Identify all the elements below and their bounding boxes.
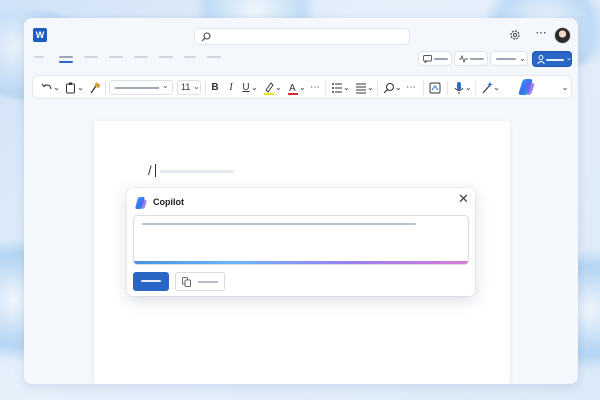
toolbar-divider bbox=[105, 81, 106, 95]
attach-file-icon bbox=[182, 277, 191, 287]
chevron-down-icon[interactable]: ⌄ bbox=[251, 81, 258, 95]
chevron-down-icon: ⌄ bbox=[519, 54, 526, 63]
chevron-down-icon[interactable]: ⌄ bbox=[299, 81, 306, 95]
comments-button[interactable] bbox=[418, 51, 452, 66]
chevron-down-icon[interactable]: ⌄ bbox=[77, 81, 84, 95]
chevron-down-icon[interactable]: ⌄ bbox=[561, 81, 569, 95]
text-cursor bbox=[155, 164, 156, 177]
placeholder-text bbox=[160, 170, 234, 173]
close-icon[interactable]: ✕ bbox=[458, 192, 469, 206]
chevron-down-icon[interactable]: ⌄ bbox=[343, 81, 350, 95]
tab-layout[interactable] bbox=[109, 56, 123, 58]
undo-icon[interactable] bbox=[41, 81, 53, 95]
chevron-down-icon: ⌄ bbox=[193, 82, 200, 91]
word-logo[interactable]: W bbox=[33, 28, 47, 42]
more-options-icon[interactable]: ⋯ bbox=[534, 28, 548, 40]
tab-help[interactable] bbox=[207, 56, 221, 58]
chevron-down-icon[interactable]: ⌄ bbox=[275, 81, 282, 95]
chevron-down-icon: ⌄ bbox=[162, 81, 169, 90]
paste-icon[interactable] bbox=[65, 81, 77, 95]
copilot-logo-icon bbox=[135, 197, 147, 209]
share-button[interactable]: ⌄ bbox=[532, 51, 572, 67]
formatting-toolbar: ⌄ ⌄ ⌄ 11 ⌄ B I U ⌄ ⌄ A ⌄ ⋯ ⌄ ⌄ ⌄ ⋯ ⌄ ⌄ ⌄ bbox=[32, 75, 572, 99]
copilot-icon[interactable] bbox=[516, 77, 538, 97]
toolbar-divider bbox=[205, 81, 206, 95]
chevron-down-icon: ⌄ bbox=[566, 55, 572, 62]
italic-button[interactable]: I bbox=[226, 81, 236, 95]
reference-file-button[interactable] bbox=[175, 272, 225, 291]
copilot-dialog: Copilot ✕ bbox=[127, 188, 475, 296]
tab-file[interactable] bbox=[34, 56, 44, 58]
align-icon[interactable] bbox=[355, 81, 367, 95]
share-person-icon bbox=[537, 55, 545, 64]
tab-view[interactable] bbox=[184, 56, 196, 58]
pulse-icon bbox=[459, 55, 468, 63]
tab-insert[interactable] bbox=[84, 56, 98, 58]
highlight-icon[interactable] bbox=[263, 81, 275, 95]
view-mode-dropdown[interactable]: ⌄ bbox=[490, 51, 528, 66]
tab-home[interactable] bbox=[59, 56, 73, 58]
search-box[interactable] bbox=[194, 28, 410, 45]
bold-button[interactable]: B bbox=[210, 81, 220, 95]
bullet-list-icon[interactable] bbox=[331, 81, 343, 95]
chevron-down-icon[interactable]: ⌄ bbox=[493, 81, 500, 95]
svg-text:A: A bbox=[289, 83, 296, 94]
chevron-down-icon[interactable]: ⌄ bbox=[53, 81, 60, 95]
format-painter-icon[interactable] bbox=[89, 81, 101, 95]
more-editing-icon[interactable]: ⋯ bbox=[405, 81, 417, 95]
chevron-down-icon[interactable]: ⌄ bbox=[367, 81, 374, 95]
editor-icon[interactable] bbox=[429, 81, 441, 95]
prompt-placeholder-line bbox=[142, 223, 416, 225]
title-bar: W ⋯ ⌄ ⌄ bbox=[24, 18, 578, 67]
copilot-title: Copilot bbox=[153, 197, 184, 207]
slash-command-text: / bbox=[148, 163, 152, 178]
editing-mode-button[interactable] bbox=[454, 51, 488, 66]
underline-button[interactable]: U bbox=[241, 81, 251, 95]
font-family-dropdown[interactable]: ⌄ bbox=[109, 80, 173, 95]
gear-icon[interactable] bbox=[509, 29, 521, 41]
chevron-down-icon[interactable]: ⌄ bbox=[395, 81, 402, 95]
find-icon[interactable] bbox=[383, 81, 395, 95]
designer-wand-icon[interactable] bbox=[481, 81, 493, 95]
font-size-value: 11 bbox=[181, 82, 191, 92]
comment-icon bbox=[423, 55, 432, 63]
microphone-icon[interactable] bbox=[453, 81, 465, 95]
font-color-icon[interactable]: A bbox=[287, 81, 299, 95]
toolbar-divider bbox=[447, 81, 448, 95]
avatar[interactable] bbox=[554, 27, 571, 44]
toolbar-divider bbox=[423, 81, 424, 95]
font-size-dropdown[interactable]: 11 ⌄ bbox=[177, 80, 201, 95]
copilot-prompt-input[interactable] bbox=[133, 215, 469, 265]
tab-references[interactable] bbox=[134, 56, 148, 58]
chevron-down-icon[interactable]: ⌄ bbox=[465, 81, 472, 95]
search-icon bbox=[201, 32, 211, 42]
tab-review[interactable] bbox=[159, 56, 173, 58]
toolbar-divider bbox=[325, 81, 326, 95]
toolbar-divider bbox=[475, 81, 476, 95]
generate-button[interactable] bbox=[133, 272, 169, 291]
active-tab-indicator bbox=[59, 61, 73, 63]
more-formatting-icon[interactable]: ⋯ bbox=[309, 81, 321, 95]
prompt-focus-glow bbox=[134, 261, 468, 264]
search-input[interactable] bbox=[215, 30, 405, 43]
toolbar-divider bbox=[377, 81, 378, 95]
